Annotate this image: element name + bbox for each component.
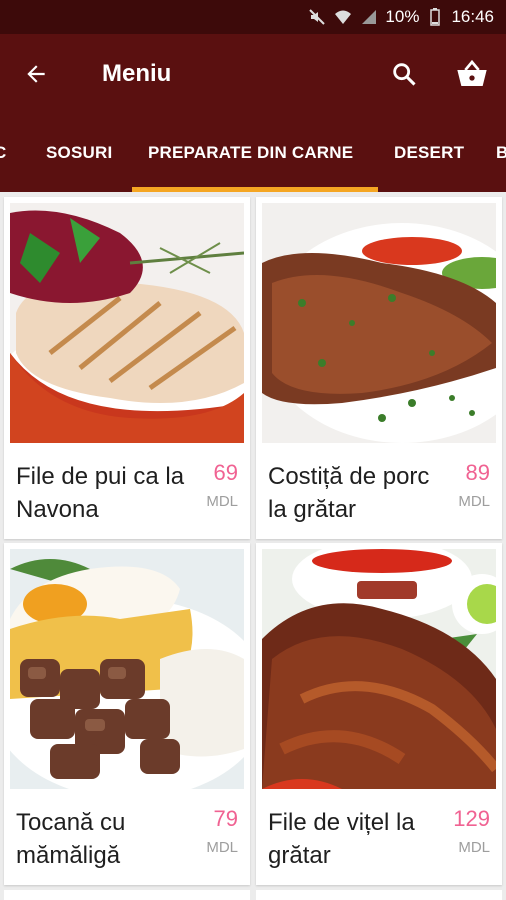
product-currency: MDL bbox=[206, 839, 238, 856]
product-name: Tocană cu mămăligă bbox=[16, 809, 126, 869]
app-bar: Meniu bbox=[0, 34, 506, 116]
product-card[interactable] bbox=[256, 890, 502, 900]
back-arrow-icon[interactable] bbox=[18, 56, 54, 92]
mute-icon bbox=[307, 7, 327, 27]
product-image bbox=[262, 203, 496, 443]
search-icon[interactable] bbox=[386, 56, 422, 92]
product-currency: MDL bbox=[458, 839, 490, 856]
shopping-basket-icon[interactable] bbox=[452, 56, 492, 92]
product-card[interactable] bbox=[4, 890, 250, 900]
signal-icon bbox=[359, 7, 379, 27]
wifi-icon bbox=[333, 7, 353, 27]
product-currency: MDL bbox=[206, 493, 238, 510]
battery-percent: 10% bbox=[385, 7, 420, 26]
clock: 16:46 bbox=[451, 7, 494, 26]
page-title: Meniu bbox=[102, 60, 172, 87]
tab-b[interactable]: B bbox=[496, 143, 506, 163]
product-image bbox=[10, 549, 244, 789]
product-price: 79 bbox=[213, 806, 238, 831]
product-price: 89 bbox=[465, 460, 490, 485]
product-price: 129 bbox=[453, 806, 490, 831]
product-name: File de vițel la grătar bbox=[268, 809, 415, 869]
status-bar: 10% 16:46 bbox=[0, 0, 506, 34]
category-tabs: C SOSURI PREPARATE DIN CARNE DESERT B bbox=[0, 116, 506, 192]
tab-sosuri[interactable]: SOSURI bbox=[46, 143, 112, 163]
product-card[interactable]: File de vițel la grătar 129 MDL bbox=[256, 543, 502, 885]
battery-icon bbox=[425, 7, 445, 27]
tab-desert[interactable]: DESERT bbox=[394, 143, 464, 163]
active-tab-indicator bbox=[132, 187, 378, 192]
product-name: File de pui ca la Navona bbox=[16, 463, 185, 523]
product-card[interactable]: File de pui ca la Navona 69 MDL bbox=[4, 197, 250, 539]
product-currency: MDL bbox=[458, 493, 490, 510]
product-image bbox=[10, 203, 244, 443]
product-price: 69 bbox=[213, 460, 238, 485]
product-card[interactable]: Tocană cu mămăligă 79 MDL bbox=[4, 543, 250, 885]
tab-c[interactable]: C bbox=[0, 143, 6, 163]
product-card[interactable]: Costiță de porc la grătar 89 MDL bbox=[256, 197, 502, 539]
product-name: Costiță de porc la grătar bbox=[268, 463, 430, 523]
product-image bbox=[262, 549, 496, 789]
tab-preparate-din-carne[interactable]: PREPARATE DIN CARNE bbox=[148, 143, 353, 163]
